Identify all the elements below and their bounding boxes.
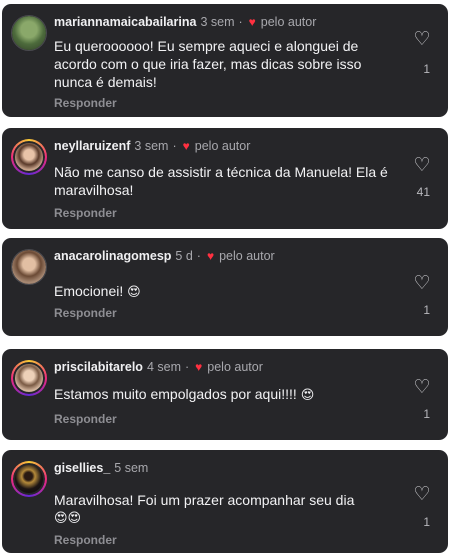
timestamp: 5 d — [175, 249, 193, 263]
separator: · — [196, 249, 201, 263]
heart-outline-icon[interactable]: ♡ — [412, 274, 432, 294]
avatar[interactable] — [11, 461, 47, 497]
heart-eyes-emoji: 😍😍 — [54, 510, 82, 525]
comment-emojis: 😍😍 — [54, 508, 394, 527]
comment-text: Emocionei! 😍 — [54, 282, 394, 301]
heart-outline-icon[interactable]: ♡ — [412, 485, 432, 505]
heart-outline-icon[interactable]: ♡ — [412, 30, 432, 50]
avatar[interactable] — [11, 15, 47, 51]
author-like-label: pelo autor — [194, 139, 251, 153]
comment-meta: neyllaruizenf 3 sem · ♥ pelo autor — [54, 139, 250, 153]
heart-filled-icon: ♥ — [182, 139, 190, 153]
heart-eyes-emoji: 😍 — [127, 284, 141, 299]
like-count: 1 — [423, 303, 430, 317]
comment-meta: mariannamaicabailarina 3 sem · ♥ pelo au… — [54, 15, 316, 29]
like-count: 1 — [423, 407, 430, 421]
like-count: 1 — [423, 62, 430, 76]
timestamp: 3 sem — [200, 15, 235, 29]
comment-card: neyllaruizenf 3 sem · ♥ pelo autor Não m… — [2, 128, 448, 229]
comment-meta: priscilabitarelo 4 sem · ♥ pelo autor — [54, 360, 263, 374]
avatar[interactable] — [11, 249, 47, 285]
comment-text: Eu queroooooo! Eu sempre aqueci e alongu… — [54, 38, 362, 90]
timestamp: 3 sem — [134, 139, 169, 153]
timestamp: 4 sem — [146, 360, 181, 374]
username[interactable]: mariannamaicabailarina — [54, 15, 196, 29]
comment-text-body: Emocionei! — [54, 283, 124, 299]
reply-button[interactable]: Responder — [54, 306, 117, 320]
like-count: 1 — [423, 515, 430, 529]
comment-card: priscilabitarelo 4 sem · ♥ pelo autor Es… — [2, 349, 448, 440]
heart-filled-icon: ♥ — [195, 360, 203, 374]
heart-outline-icon[interactable]: ♡ — [412, 156, 432, 176]
author-like-label: pelo autor — [260, 15, 317, 29]
author-like-label: pelo autor — [207, 360, 263, 374]
avatar[interactable] — [11, 360, 47, 396]
username[interactable]: neyllaruizenf — [54, 139, 130, 153]
separator: · — [172, 139, 177, 153]
comment-card: gisellies_ 5 sem Maravilhosa! Foi um pra… — [2, 450, 448, 553]
comment-text-body: Estamos muito empolgados por aqui!!!! — [54, 386, 297, 402]
username[interactable]: priscilabitarelo — [54, 360, 143, 374]
reply-button[interactable]: Responder — [54, 533, 117, 547]
heart-filled-icon: ♥ — [206, 249, 215, 263]
timestamp: 5 sem — [114, 461, 149, 475]
like-count: 41 — [416, 185, 430, 199]
author-like-label: pelo autor — [219, 249, 275, 263]
username[interactable]: anacarolinagomesp — [54, 249, 171, 263]
username[interactable]: gisellies_ — [54, 461, 110, 475]
heart-outline-icon[interactable]: ♡ — [412, 378, 432, 398]
comment-text: Não me canso de assistir a técnica da Ma… — [54, 164, 388, 198]
comment-meta: gisellies_ 5 sem — [54, 461, 148, 475]
separator: · — [184, 360, 190, 374]
comment-card: anacarolinagomesp 5 d · ♥ pelo autor Emo… — [2, 238, 448, 336]
avatar[interactable] — [11, 139, 47, 175]
heart-filled-icon: ♥ — [248, 15, 256, 29]
heart-eyes-emoji: 😍 — [300, 387, 315, 402]
reply-button[interactable]: Responder — [54, 412, 117, 426]
comment-meta: anacarolinagomesp 5 d · ♥ pelo autor — [54, 249, 275, 263]
comment-text: Maravilhosa! Foi um prazer acompanhar se… — [54, 492, 355, 508]
separator: · — [238, 15, 243, 29]
reply-button[interactable]: Responder — [54, 96, 117, 110]
reply-button[interactable]: Responder — [54, 206, 117, 220]
comment-card: mariannamaicabailarina 3 sem · ♥ pelo au… — [2, 4, 448, 117]
comment-text: Estamos muito empolgados por aqui!!!! 😍 — [54, 385, 394, 404]
